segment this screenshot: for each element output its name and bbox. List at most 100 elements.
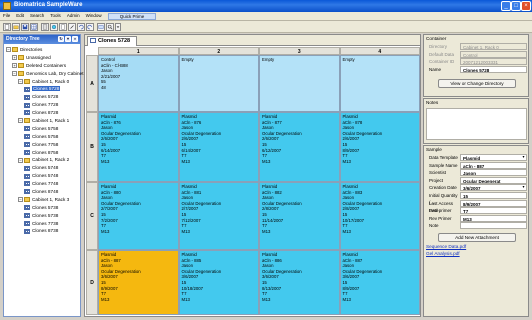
zoom-icon[interactable] [106,23,114,31]
tree-node[interactable]: + Unassigned [4,54,80,62]
gel-analysis-link[interactable]: Gel Analysis.pdf [426,251,460,256]
tree-node[interactable]: Clones 5728 [4,85,80,93]
menu-window[interactable]: Window [83,12,105,19]
tree-node[interactable]: + Deleted Containers [4,62,80,70]
property-value[interactable]: 15 [460,192,527,199]
collapse-icon[interactable]: − [6,47,11,53]
tree-node[interactable]: − Directories [4,46,80,54]
notes-header: Notes [426,100,439,105]
tree-node[interactable]: Clones 5758 [4,125,80,133]
tree-node[interactable]: Clones 7758 [4,141,80,149]
collapse-icon[interactable]: − [18,118,23,124]
property-value[interactable]: 3/6/2007 [460,184,527,192]
rack-icon[interactable] [41,23,49,31]
tree-node[interactable]: Clones 5738 [4,204,80,212]
zoom-dropdown-icon[interactable] [115,23,121,31]
property-value[interactable]: Control [460,50,527,58]
property-value[interactable]: 8/9/2007 [460,199,527,207]
menu-edit[interactable]: Edit [13,12,27,19]
menu-admin[interactable]: Admin [64,12,83,19]
property-value[interactable]: Plasmid [460,154,527,161]
tree-node[interactable]: Clones 8728 [4,109,80,117]
property-value[interactable]: Cabinet 1, Rack 0 [460,43,527,50]
open-folder-icon[interactable] [12,23,20,31]
tree-node[interactable]: Clones 7738 [4,220,80,228]
document-icon[interactable] [59,23,67,31]
property-value[interactable]: aCln - 887 [460,161,527,169]
menu-file[interactable]: File [0,12,13,19]
property-value[interactable]: M13 [460,214,527,222]
tree-node-label: Clones 5758 [32,125,59,131]
property-value[interactable]: Jason [460,169,527,177]
tree-node[interactable]: − Cabinet 1, Rack 3 [4,196,80,204]
property-value[interactable]: T7 [460,207,527,215]
tree-node[interactable]: Clones 8738 [4,227,80,235]
dropdown-icon[interactable]: ▾ [521,155,526,159]
well-cell[interactable]: Plasmid aCln - 876 Jason Ocular Degeneratio… [98,112,179,182]
tree-node[interactable]: − Cabinet 1, Rack 2 [4,156,80,164]
minimize-icon[interactable]: _ [501,1,511,11]
well-cell[interactable]: Plasmid aCln - 876 Jason Ocular Degeneratio… [178,112,259,182]
tree-node-label: Clones 8748 [32,189,59,195]
tree-node[interactable]: Clones 5758 [4,133,80,141]
well-cell[interactable]: Empty [259,55,340,112]
sequence-data-link[interactable]: Sequence Data.pdf [426,244,466,249]
property-value[interactable]: 20071212003331 [460,58,527,66]
save-icon[interactable] [21,23,29,31]
tab-clones[interactable]: Clones 5728 [87,36,137,46]
collapse-icon[interactable]: − [18,197,23,203]
property-value[interactable] [460,222,527,230]
tree-node[interactable]: Clones 8748 [4,188,80,196]
tree-node[interactable]: Clones 5748 [4,164,80,172]
well-cell[interactable]: Plasmid aCln - 887 Jason Ocular Degeneratio… [98,250,179,315]
tree-node[interactable]: Clones 5748 [4,172,80,180]
well-cell[interactable]: Plasmid aCln - 878 Jason Ocular Degeneratio… [339,112,420,182]
sample-icon[interactable] [50,23,58,31]
well-cell[interactable]: Plasmid aCln - 881 Jason Ocular Degeneratio… [178,182,259,250]
tree-node[interactable]: − Cabinet 1, Rack 0 [4,78,80,86]
grid-icon[interactable] [30,23,38,31]
redo-icon[interactable] [86,23,94,31]
change-directory-button[interactable]: View or Change Directory [438,79,516,88]
well-cell[interactable]: Plasmid aCln - 883 Jason Ocular Degeneratio… [339,182,420,250]
link-icon[interactable] [68,23,76,31]
dropdown-icon[interactable]: ▾ [521,185,526,189]
menu-tools[interactable]: Tools [47,12,64,19]
collapse-icon[interactable]: − [18,78,23,84]
pin-icon[interactable]: ▾ [65,36,71,42]
well-cell[interactable]: Empty [339,55,420,112]
tree-node[interactable]: Clones 7748 [4,180,80,188]
panel-close-icon[interactable]: × [72,36,78,42]
tree-node[interactable]: Clones 5738 [4,212,80,220]
undo-icon[interactable] [77,23,85,31]
expand-icon[interactable]: + [12,55,17,61]
view-icon[interactable] [97,23,105,31]
well-cell[interactable]: Empty [178,55,259,112]
well-cell[interactable]: Plasmid aCln - 877 Jason Ocular Degeneratio… [259,112,340,182]
collapse-icon[interactable]: − [18,157,23,163]
well-cell[interactable]: Control aClin - Cl-B88 Jason 2/21/2007 55 48 [98,55,179,112]
property-value[interactable]: Clones 5728 [460,65,527,73]
tree-node[interactable]: Clones 8758 [4,149,80,157]
tree-node[interactable]: − Genomics Lab, Dry Cabinet 1 [4,70,88,78]
well-cell[interactable]: Plasmid aCln - 885 Jason Ocular Degeneratio… [178,250,259,315]
quick-prime-button[interactable]: Quick Prime [108,13,156,20]
new-icon[interactable] [3,23,11,31]
tree-node[interactable]: − Cabinet 1, Rack 1 [4,117,80,125]
tree-node[interactable]: Clones 5728 [4,93,80,101]
close-icon[interactable]: × [521,1,531,11]
property-label: Name [429,66,442,72]
well-cell[interactable]: Plasmid aCln - 880 Jason Ocular Degeneratio… [98,182,179,250]
well-cell[interactable]: Plasmid aCln - 886 Jason Ocular Degeneratio… [259,250,340,315]
well-cell[interactable]: Plasmid aCln - 887 Jason Ocular Degeneratio… [339,250,420,315]
well-cell[interactable]: Plasmid aCln - 882 Jason Ocular Degeneratio… [259,182,340,250]
collapse-icon[interactable]: − [12,70,17,76]
add-attachment-button[interactable]: Add New Attachment [438,233,516,242]
maximize-icon[interactable]: □ [511,1,521,11]
tree-node[interactable]: Clones 7728 [4,101,80,109]
refresh-icon[interactable]: ↻ [58,36,64,42]
notes-field[interactable] [426,108,527,140]
expand-icon[interactable]: + [12,63,17,69]
property-value[interactable]: Ocular Degenerat [460,176,527,184]
menu-search[interactable]: Search [27,12,47,19]
